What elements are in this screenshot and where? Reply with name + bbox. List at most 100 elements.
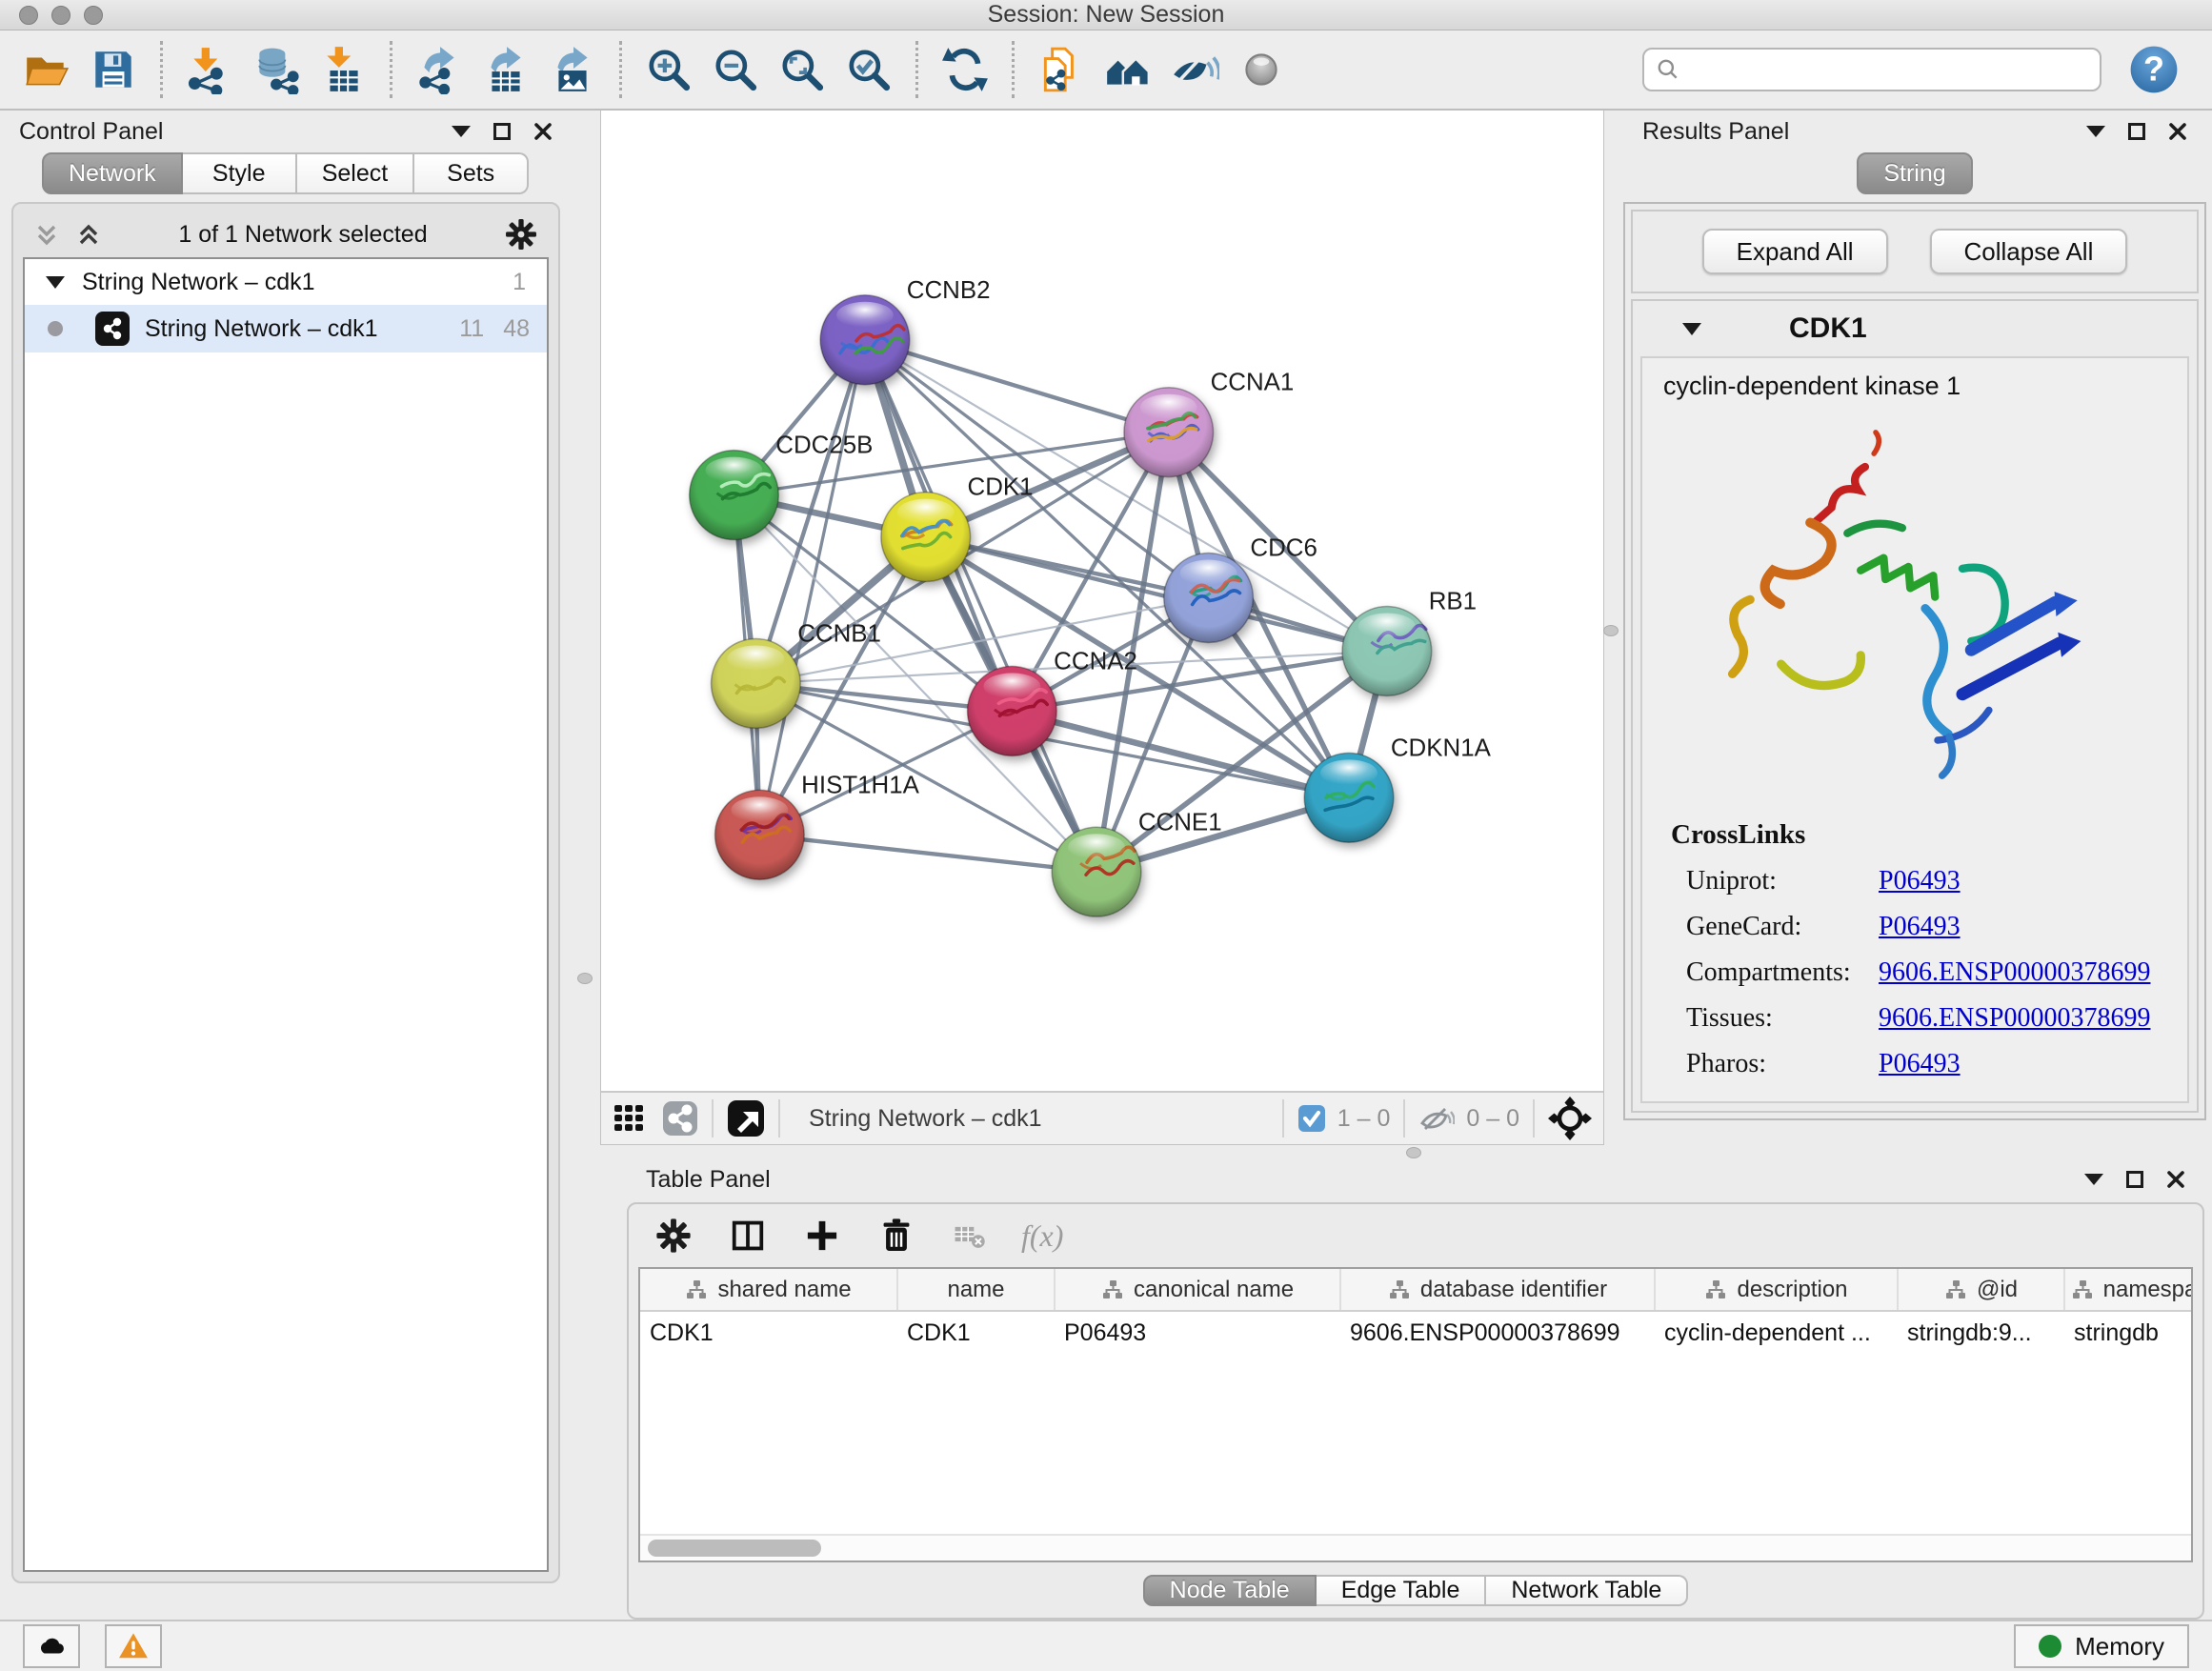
table-row[interactable]: CDK1CDK1P064939606.ENSP00000378699cyclin… <box>640 1311 2193 1355</box>
export-network-button[interactable] <box>412 40 467 99</box>
zoom-selected-button[interactable] <box>841 40 896 99</box>
control-panel-splitter[interactable] <box>572 111 600 1620</box>
network-edge[interactable] <box>759 835 1096 872</box>
column-header--id[interactable]: @id <box>1898 1269 2064 1311</box>
tab-string[interactable]: String <box>1857 152 1972 194</box>
splitter-handle[interactable] <box>577 973 593 984</box>
crosslink-value-link[interactable]: 9606.ENSP00000378699 <box>1879 957 2150 988</box>
panel-close-icon[interactable] <box>533 122 553 141</box>
import-network-database-button[interactable] <box>249 40 304 99</box>
table-settings-gear-icon[interactable] <box>654 1216 694 1256</box>
network-node-CCNE1[interactable] <box>1052 827 1141 916</box>
panel-close-icon[interactable] <box>2168 122 2187 141</box>
panel-close-icon[interactable] <box>2166 1170 2185 1189</box>
close-window-button[interactable] <box>19 6 38 25</box>
network-node-CCNB2[interactable] <box>820 295 910 385</box>
gear-icon[interactable] <box>503 216 539 252</box>
share-view-icon[interactable] <box>662 1100 698 1137</box>
network-edge[interactable] <box>759 340 865 835</box>
column-header-name[interactable]: name <box>897 1269 1055 1311</box>
network-node-CDK1[interactable] <box>881 493 971 582</box>
panel-menu-icon[interactable] <box>2084 1174 2103 1195</box>
column-header-canonical-name[interactable]: canonical name <box>1055 1269 1340 1311</box>
delete-column-icon[interactable] <box>876 1216 916 1256</box>
network-graph[interactable]: CCNB2CCNA1CDC25BCDK1CDC6RB1CCNB1CCNA2CDK… <box>601 111 1603 1091</box>
table-cell[interactable]: CDK1 <box>897 1311 1055 1355</box>
hidden-eye-icon[interactable] <box>1418 1102 1455 1135</box>
panel-float-icon[interactable] <box>493 123 511 140</box>
scrollbar-thumb[interactable] <box>648 1540 821 1557</box>
network-node-CCNB1[interactable] <box>712 638 801 728</box>
network-node-CDKN1A[interactable] <box>1304 753 1394 842</box>
show-glass-button[interactable] <box>1234 40 1289 99</box>
splitter-handle[interactable] <box>1406 1147 1421 1158</box>
table-cell[interactable]: stringdb:9... <box>1898 1311 2064 1355</box>
tab-network[interactable]: Network <box>42 152 183 194</box>
network-node-RB1[interactable] <box>1342 606 1432 695</box>
show-columns-icon[interactable] <box>728 1216 768 1256</box>
selected-checkbox-icon[interactable] <box>1297 1104 1326 1133</box>
panel-float-icon[interactable] <box>2128 123 2145 140</box>
network-edge[interactable] <box>865 340 1169 433</box>
panel-menu-icon[interactable] <box>2086 126 2105 147</box>
tab-network-table[interactable]: Network Table <box>1486 1575 1688 1606</box>
crosslink-value-link[interactable]: P06493 <box>1879 1049 1961 1079</box>
add-column-icon[interactable] <box>802 1216 842 1256</box>
column-header-description[interactable]: description <box>1655 1269 1898 1311</box>
tab-node-table[interactable]: Node Table <box>1143 1575 1317 1606</box>
memory-button[interactable]: Memory <box>2014 1624 2189 1668</box>
collapse-all-button[interactable]: Collapse All <box>1930 229 2128 274</box>
grid-view-icon[interactable] <box>613 1101 647 1136</box>
crosslink-value-link[interactable]: 9606.ENSP00000378699 <box>1879 1003 2150 1034</box>
maximize-window-button[interactable] <box>84 6 103 25</box>
column-header-namespac[interactable]: namespac <box>2064 1269 2193 1311</box>
results-panel-splitter[interactable] <box>1604 111 1618 1145</box>
open-session-button[interactable] <box>19 40 74 99</box>
minimize-window-button[interactable] <box>51 6 70 25</box>
tree-expand-icon[interactable] <box>46 276 65 298</box>
warnings-button[interactable] <box>105 1624 162 1668</box>
network-edge[interactable] <box>926 537 1387 652</box>
column-header-database-identifier[interactable]: database identifier <box>1340 1269 1655 1311</box>
network-node-CDC25B[interactable] <box>690 451 779 540</box>
table-horizontal-scrollbar[interactable] <box>640 1534 2191 1560</box>
table-cell[interactable]: CDK1 <box>640 1311 897 1355</box>
tab-select[interactable]: Select <box>297 152 414 194</box>
export-image-button[interactable] <box>545 40 600 99</box>
table-cell[interactable]: 9606.ENSP00000378699 <box>1340 1311 1655 1355</box>
birdseye-view-icon[interactable] <box>727 1099 765 1137</box>
tab-style[interactable]: Style <box>183 152 297 194</box>
tab-sets[interactable]: Sets <box>414 152 529 194</box>
cloud-status-button[interactable] <box>23 1624 80 1668</box>
go-home-button[interactable] <box>1100 40 1156 99</box>
search-input[interactable] <box>1688 56 2088 83</box>
expand-all-icon[interactable] <box>74 220 103 249</box>
zoom-in-button[interactable] <box>641 40 696 99</box>
help-button[interactable]: ? <box>2126 42 2182 97</box>
crosslink-value-link[interactable]: P06493 <box>1879 866 1961 896</box>
hide-glass-button[interactable] <box>1167 40 1222 99</box>
gene-entry-header[interactable]: CDK1 <box>1633 301 2197 356</box>
panel-float-icon[interactable] <box>2126 1171 2143 1188</box>
center-view-icon[interactable] <box>1548 1097 1592 1140</box>
entry-collapse-icon[interactable] <box>1682 323 1701 345</box>
network-collection-row[interactable]: String Network – cdk1 1 <box>25 259 547 305</box>
crosslink-value-link[interactable]: P06493 <box>1879 912 1961 942</box>
table-cell[interactable]: stringdb <box>2064 1311 2193 1355</box>
clone-network-button[interactable] <box>1034 40 1089 99</box>
panel-menu-icon[interactable] <box>452 126 471 147</box>
zoom-fit-button[interactable] <box>774 40 830 99</box>
expand-all-button[interactable]: Expand All <box>1702 229 1888 274</box>
table-panel-splitter[interactable] <box>600 1145 2212 1160</box>
network-node-CCNA1[interactable] <box>1124 388 1214 477</box>
collapse-all-icon[interactable] <box>32 220 61 249</box>
import-table-button[interactable] <box>315 40 371 99</box>
save-session-button[interactable] <box>86 40 141 99</box>
export-table-button[interactable] <box>478 40 533 99</box>
tab-edge-table[interactable]: Edge Table <box>1317 1575 1487 1606</box>
network-node-HIST1H1A[interactable] <box>715 790 805 879</box>
network-node-CDC6[interactable] <box>1164 554 1254 643</box>
network-canvas[interactable]: CCNB2CCNA1CDC25BCDK1CDC6RB1CCNB1CCNA2CDK… <box>601 111 1603 1091</box>
table-cell[interactable]: P06493 <box>1055 1311 1340 1355</box>
table-cell[interactable]: cyclin-dependent ... <box>1655 1311 1898 1355</box>
